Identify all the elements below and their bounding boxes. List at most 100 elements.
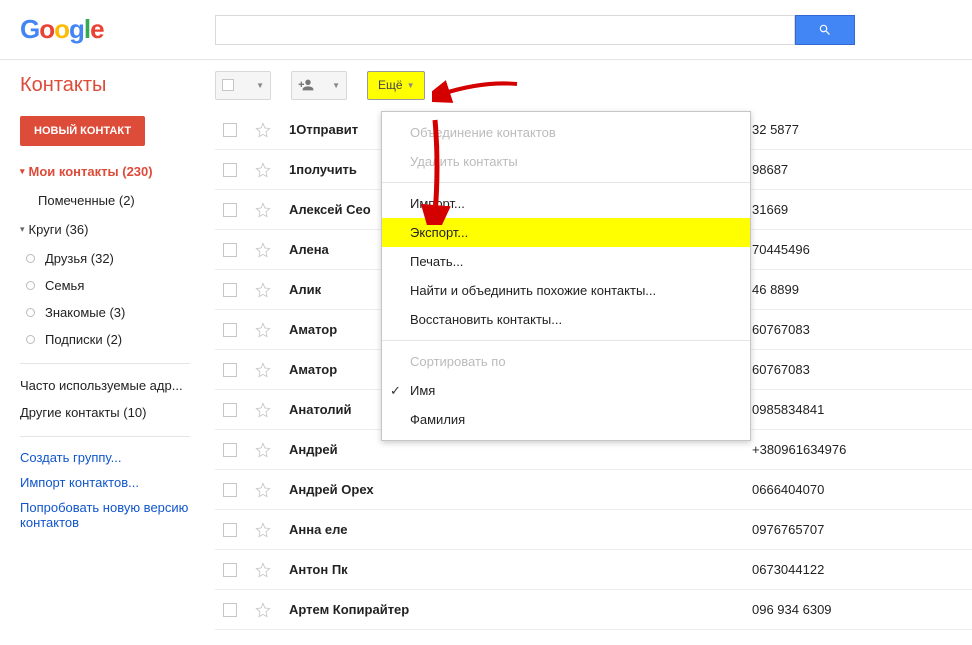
separator: [20, 436, 190, 437]
nav-item-other[interactable]: Другие контакты (10): [20, 399, 215, 426]
star-icon[interactable]: [255, 122, 271, 138]
nav-item-circle[interactable]: Знакомые (3): [20, 299, 215, 326]
contact-row[interactable]: Артем Копирайтер096 934 6309: [215, 590, 972, 630]
separator: [20, 363, 190, 364]
search-button[interactable]: [795, 15, 855, 45]
dd-import[interactable]: Импорт...: [382, 189, 750, 218]
new-contact-button[interactable]: НОВЫЙ КОНТАКТ: [20, 116, 145, 146]
contact-phone: 0976765707: [752, 522, 972, 537]
nav-header-my-contacts[interactable]: Мои контакты (230): [20, 164, 215, 179]
label: Друзья (32): [45, 251, 114, 266]
add-to-contacts-button[interactable]: ▼: [291, 71, 347, 100]
row-checkbox[interactable]: [223, 483, 237, 497]
contact-phone: 70445496: [752, 242, 972, 257]
person-add-icon: [298, 77, 314, 93]
contact-phone: 096 934 6309: [752, 602, 972, 617]
star-icon[interactable]: [255, 162, 271, 178]
contact-name: Анна еле: [289, 522, 752, 537]
nav-group-circles: Круги (36) Друзья (32) Семья Знакомые (3) П…: [20, 222, 215, 353]
label: Семья: [45, 278, 84, 293]
row-checkbox[interactable]: [223, 523, 237, 537]
row-checkbox[interactable]: [223, 563, 237, 577]
contact-phone: 32 5877: [752, 122, 972, 137]
contact-name: Андрей Орех: [289, 482, 752, 497]
row-checkbox[interactable]: [223, 323, 237, 337]
star-icon[interactable]: [255, 202, 271, 218]
row-checkbox[interactable]: [223, 363, 237, 377]
search-bar: [215, 15, 855, 45]
nav-group-my-contacts: Мои контакты (230) Помеченные (2): [20, 164, 215, 214]
contact-phone: 60767083: [752, 362, 972, 377]
header: Google: [0, 0, 972, 60]
circle-icon: [26, 308, 35, 317]
nav-item-starred[interactable]: Помеченные (2): [20, 187, 215, 214]
sidebar-link[interactable]: Импорт контактов...: [20, 470, 215, 495]
dd-sort-lastname[interactable]: Фамилия: [382, 405, 750, 434]
row-checkbox[interactable]: [223, 163, 237, 177]
star-icon[interactable]: [255, 562, 271, 578]
row-checkbox[interactable]: [223, 603, 237, 617]
contact-phone: 46 8899: [752, 282, 972, 297]
sidebar-link[interactable]: Попробовать новую версию контактов: [20, 495, 215, 535]
more-label: Ещё: [378, 78, 403, 92]
star-icon[interactable]: [255, 282, 271, 298]
contact-phone: 31669: [752, 202, 972, 217]
nav-item-frequent[interactable]: Часто используемые адр...: [20, 372, 215, 399]
star-icon[interactable]: [255, 322, 271, 338]
nav-item-circle[interactable]: Подписки (2): [20, 326, 215, 353]
dd-sort-firstname[interactable]: ✓ Имя: [382, 376, 750, 405]
star-icon[interactable]: [255, 242, 271, 258]
checkbox-icon: [222, 79, 234, 91]
contact-phone: 0673044122: [752, 562, 972, 577]
chevron-down-icon: ▼: [332, 81, 340, 90]
more-button[interactable]: Ещё ▼: [367, 71, 425, 100]
row-checkbox[interactable]: [223, 123, 237, 137]
separator: [382, 340, 750, 341]
dd-find-merge[interactable]: Найти и объединить похожие контакты...: [382, 276, 750, 305]
nav-header-circles[interactable]: Круги (36): [20, 222, 215, 237]
nav-item-circle[interactable]: Друзья (32): [20, 245, 215, 272]
contact-phone: 0985834841: [752, 402, 972, 417]
dd-merge-contacts: Объединение контактов: [382, 118, 750, 147]
app-title: Контакты: [20, 74, 215, 97]
dd-delete-contacts: Удалить контакты: [382, 147, 750, 176]
google-logo[interactable]: Google: [20, 14, 115, 45]
contact-name: Андрей: [289, 442, 752, 457]
star-icon[interactable]: [255, 402, 271, 418]
sidebar-link[interactable]: Создать группу...: [20, 445, 215, 470]
chevron-down-icon: ▼: [407, 81, 415, 90]
search-input[interactable]: [215, 15, 795, 45]
separator: [382, 182, 750, 183]
more-dropdown: Объединение контактов Удалить контакты И…: [381, 111, 751, 441]
contact-row[interactable]: Антон Пк0673044122: [215, 550, 972, 590]
contact-row[interactable]: Андрей Орех0666404070: [215, 470, 972, 510]
row-checkbox[interactable]: [223, 203, 237, 217]
dd-restore[interactable]: Восстановить контакты...: [382, 305, 750, 334]
dd-print[interactable]: Печать...: [382, 247, 750, 276]
star-icon[interactable]: [255, 482, 271, 498]
star-icon[interactable]: [255, 522, 271, 538]
toolbar: ▼ ▼ Ещё ▼: [215, 71, 425, 100]
contact-phone: +380961634976: [752, 442, 972, 457]
row-checkbox[interactable]: [223, 243, 237, 257]
contact-phone: 60767083: [752, 322, 972, 337]
label: Знакомые (3): [45, 305, 125, 320]
contact-row[interactable]: Анна еле0976765707: [215, 510, 972, 550]
select-all-button[interactable]: ▼: [215, 71, 271, 100]
row-checkbox[interactable]: [223, 283, 237, 297]
contact-name: Антон Пк: [289, 562, 752, 577]
nav-item-circle[interactable]: Семья: [20, 272, 215, 299]
dd-sort-by: Сортировать по: [382, 347, 750, 376]
sidebar: НОВЫЙ КОНТАКТ Мои контакты (230) Помечен…: [0, 110, 215, 645]
contact-name: Артем Копирайтер: [289, 602, 752, 617]
dd-export[interactable]: Экспорт...: [382, 218, 750, 247]
star-icon[interactable]: [255, 362, 271, 378]
star-icon[interactable]: [255, 442, 271, 458]
circle-icon: [26, 281, 35, 290]
circle-icon: [26, 335, 35, 344]
search-icon: [818, 23, 832, 37]
star-icon[interactable]: [255, 602, 271, 618]
row-checkbox[interactable]: [223, 403, 237, 417]
circle-icon: [26, 254, 35, 263]
row-checkbox[interactable]: [223, 443, 237, 457]
